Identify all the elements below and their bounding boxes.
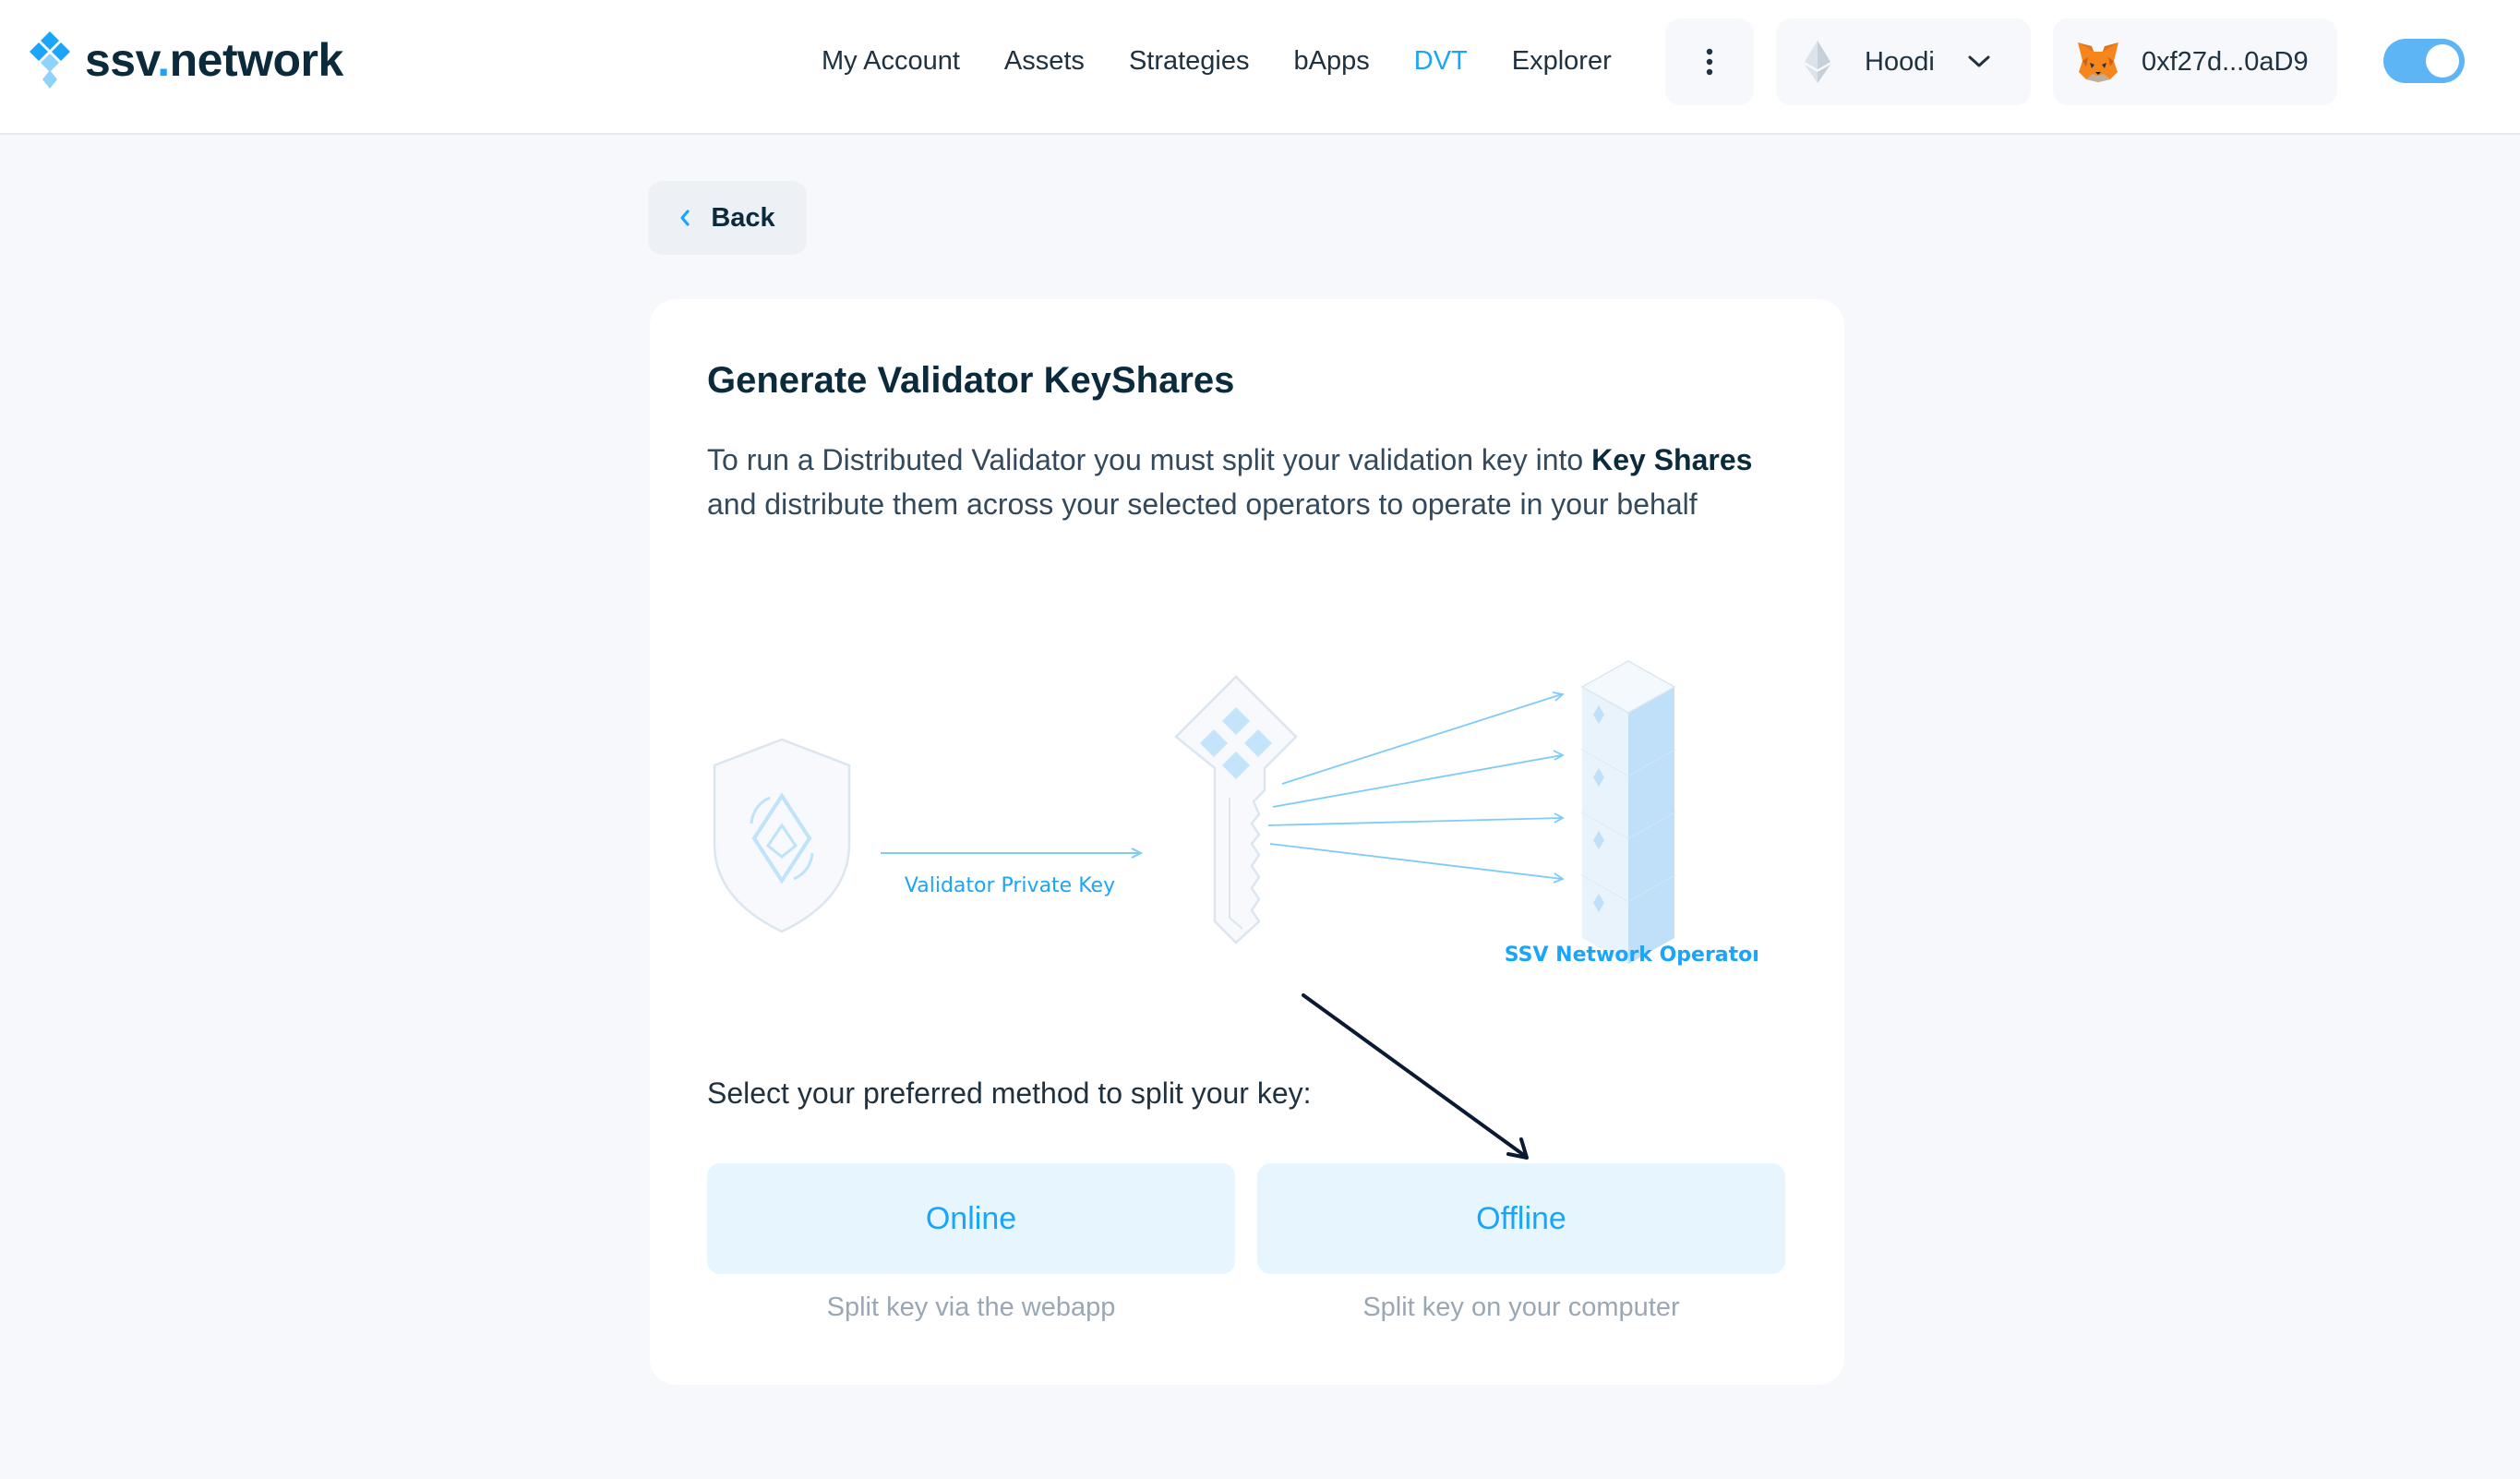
private-key-arrow [881,848,1144,859]
chevron-left-icon [680,210,690,226]
ssv-logo[interactable]: ssv.network [28,30,343,90]
nav-bapps[interactable]: bApps [1294,46,1370,77]
operator-cubes [1580,660,1676,964]
nav-assets[interactable]: Assets [1004,46,1085,77]
online-method-description: Split key via the webapp [826,1293,1116,1322]
back-label: Back [711,202,775,233]
offline-method-description: Split key on your computer [1362,1293,1680,1322]
nav-strategies[interactable]: Strategies [1129,46,1250,77]
nav-explorer[interactable]: Explorer [1512,46,1612,77]
back-button[interactable]: Back [648,181,807,255]
chevron-down-icon [1968,55,1990,67]
top-header: ssv.network My Account Assets Strategies… [0,0,2520,135]
split-arrows [1267,691,1565,884]
main-nav: My Account Assets Strategies bApps DVT E… [822,0,1612,123]
key-split-illustration: Validator Private Key SSV Network Operat… [713,660,1758,967]
metamask-fox-icon [2078,42,2118,82]
key-shares-emphasis: Key Shares [1591,443,1753,476]
card-title: Generate Validator KeyShares [707,360,1235,401]
network-name: Hoodi [1865,46,1935,77]
card-description: To run a Distributed Validator you must … [707,443,1753,521]
wallet-button[interactable]: 0xf27d...0aD9 [2053,18,2337,105]
private-key-label: Validator Private Key [905,874,1115,897]
keyshares-card: Generate Validator KeyShares To run a Di… [650,299,1844,1385]
online-method-button[interactable]: Online [707,1163,1235,1274]
nav-dvt[interactable]: DVT [1414,46,1468,77]
offline-method-button[interactable]: Offline [1257,1163,1785,1274]
nav-my-account[interactable]: My Account [822,46,960,77]
key-icon [1174,675,1298,944]
wallet-address: 0xf27d...0aD9 [2142,46,2309,77]
vertical-dots-icon [1706,48,1713,76]
ssv-diamond-icon [30,31,70,89]
select-method-label: Select your preferred method to split yo… [707,1076,1312,1110]
more-menu-button[interactable] [1665,18,1754,105]
operators-label: SSV Network Operators [1505,944,1758,967]
theme-toggle[interactable] [2383,39,2465,83]
validator-shield-icon [713,738,851,933]
network-selector[interactable]: Hoodi [1776,18,2031,105]
ethereum-icon [1805,41,1830,83]
logo-text: ssv.network [85,34,343,86]
toggle-knob [2426,44,2459,78]
